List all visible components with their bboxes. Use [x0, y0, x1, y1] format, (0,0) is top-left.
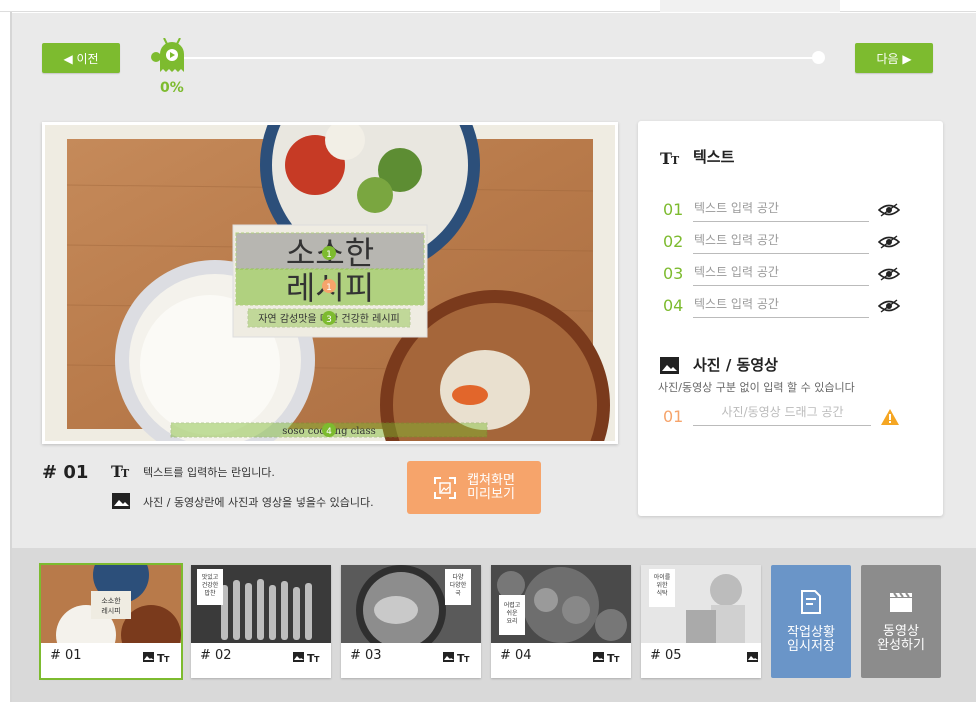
next-button[interactable]: 다음 ▶: [855, 43, 933, 73]
marker-4: 4: [326, 427, 332, 437]
next-button-label: 다음 ▶: [876, 51, 912, 66]
text-input-3[interactable]: 텍스트 입력 공간: [693, 264, 869, 286]
svg-text:국: 국: [455, 590, 461, 597]
media-desc: 사진 / 동영상란에 사진과 영상을 넣을수 있습니다.: [143, 496, 374, 509]
svg-text:소소한: 소소한: [101, 597, 121, 605]
progress-percent: 0%: [160, 80, 184, 96]
thumb-number: # 03: [350, 648, 382, 663]
save-label-1: 작업상황: [787, 624, 835, 640]
save-label-2: 임시저장: [787, 638, 835, 654]
thumb-media-icon: [747, 652, 758, 662]
media-row-num-1: 01: [663, 407, 684, 426]
thumb-image: 맛있고 건강한 밥찬: [191, 565, 331, 643]
document-icon: [801, 589, 821, 614]
scene-thumb-5[interactable]: 아이를 위한 식탁 # 05: [641, 565, 761, 678]
svg-text:T: T: [164, 655, 170, 663]
text-input-2[interactable]: 텍스트 입력 공간: [693, 232, 869, 254]
progress-track[interactable]: [170, 57, 820, 59]
thumb-media-text-icons: TT: [443, 652, 470, 663]
image-type-icon: [112, 493, 130, 509]
thumb-media-text-icons: TT: [593, 652, 620, 663]
marker-1b: 1: [326, 283, 332, 293]
done-label-2: 완성하기: [877, 637, 925, 653]
thumb-media-text-icons: TT: [143, 652, 170, 663]
progress-end-dot: [812, 51, 825, 64]
save-progress-button[interactable]: 작업상황 임시저장: [771, 565, 851, 678]
complete-video-button[interactable]: 동영상 완성하기: [861, 565, 941, 678]
thumb-image: 소소한 레시피: [41, 565, 181, 643]
top-tab[interactable]: [660, 0, 840, 12]
text-input-4[interactable]: 텍스트 입력 공간: [693, 296, 869, 318]
svg-text:T: T: [671, 154, 680, 165]
thumb-image: 다양 다양한 국: [341, 565, 481, 643]
thumb-number: # 02: [200, 648, 232, 663]
media-section-title: 사진 / 동영상: [693, 356, 778, 374]
mascot-play-icon[interactable]: [150, 38, 188, 78]
text-input-1[interactable]: 텍스트 입력 공간: [693, 200, 869, 222]
svg-text:아이를: 아이를: [654, 573, 671, 581]
marker-1a: 1: [326, 250, 332, 260]
scene-thumb-2[interactable]: 맛있고 건강한 밥찬 # 02 TT: [191, 565, 331, 678]
input-panel: T T 텍스트 01 텍스트 입력 공간 02 텍스트 입력 공간 03 텍스트…: [638, 121, 943, 516]
svg-text:레시피: 레시피: [101, 606, 120, 615]
prev-button[interactable]: ◀ 이전: [42, 43, 120, 73]
capture-preview-button[interactable]: 캡쳐화면 미리보기: [407, 461, 541, 514]
text-row-num-2: 02: [663, 232, 684, 251]
scene-thumb-1[interactable]: 소소한 레시피 # 01 TT: [39, 563, 183, 680]
top-bar: [0, 0, 976, 12]
text-section-icon: T T: [660, 149, 680, 165]
capture-label-1: 캡쳐화면: [467, 472, 515, 488]
svg-text:T: T: [614, 655, 620, 663]
capture-icon: [434, 476, 457, 499]
svg-text:맛있고: 맛있고: [202, 573, 219, 581]
scene-preview[interactable]: 소소한 레시피 자연 감성맛을 더한 건강한 레시피 soso cooking …: [42, 122, 618, 444]
svg-text:쉬운: 쉬운: [506, 609, 518, 617]
prev-button-label: ◀ 이전: [63, 51, 99, 66]
app-frame: ◀ 이전 다음 ▶ 0% 자연 감성맛을 건강한 레시피 soso class …: [0, 0, 976, 708]
text-row-num-3: 03: [663, 264, 684, 283]
media-drop-zone[interactable]: 사진/동영상 드래그 공간: [693, 404, 871, 426]
svg-text:T: T: [121, 467, 130, 480]
thumb-media-text-icons: TT: [293, 652, 320, 663]
capture-label-2: 미리보기: [467, 486, 515, 502]
text-type-icon: T T: [111, 462, 130, 480]
text-section-title: 텍스트: [693, 148, 735, 166]
svg-text:다양: 다양: [452, 573, 464, 581]
media-section-icon: [660, 357, 679, 374]
svg-text:식탁: 식탁: [656, 589, 668, 597]
warning-icon: [881, 409, 899, 425]
svg-text:T: T: [314, 655, 320, 663]
text-row-num-4: 04: [663, 296, 684, 315]
thumb-image: 어렵고 쉬운 요리: [491, 565, 631, 643]
visibility-toggle-icon[interactable]: [878, 299, 900, 313]
thumb-number: # 01: [50, 648, 82, 663]
scene-number: # 01: [42, 462, 89, 483]
scene-thumb-3[interactable]: 다양 다양한 국 # 03 TT: [341, 565, 481, 678]
text-desc: 텍스트를 입력하는 란입니다.: [143, 466, 275, 479]
svg-text:다양한: 다양한: [450, 581, 467, 589]
done-label-1: 동영상: [883, 623, 919, 639]
visibility-toggle-icon[interactable]: [878, 203, 900, 217]
thumb-number: # 05: [650, 648, 682, 663]
svg-text:요리: 요리: [506, 617, 517, 625]
svg-text:T: T: [464, 655, 470, 663]
svg-text:건강한: 건강한: [202, 581, 219, 589]
thumb-image: 아이를 위한 식탁: [641, 565, 761, 643]
svg-text:어렵고: 어렵고: [504, 601, 521, 609]
svg-text:위한: 위한: [656, 581, 668, 589]
thumb-number: # 04: [500, 648, 532, 663]
clapperboard-icon: [890, 591, 912, 612]
visibility-toggle-icon[interactable]: [878, 267, 900, 281]
visibility-toggle-icon[interactable]: [878, 235, 900, 249]
media-section-desc: 사진/동영상 구분 없이 입력 할 수 있습니다: [658, 381, 855, 394]
svg-text:밥찬: 밥찬: [204, 589, 216, 597]
scene-thumb-4[interactable]: 어렵고 쉬운 요리 # 04 TT: [491, 565, 631, 678]
marker-3: 3: [326, 315, 332, 325]
text-row-num-1: 01: [663, 200, 684, 219]
